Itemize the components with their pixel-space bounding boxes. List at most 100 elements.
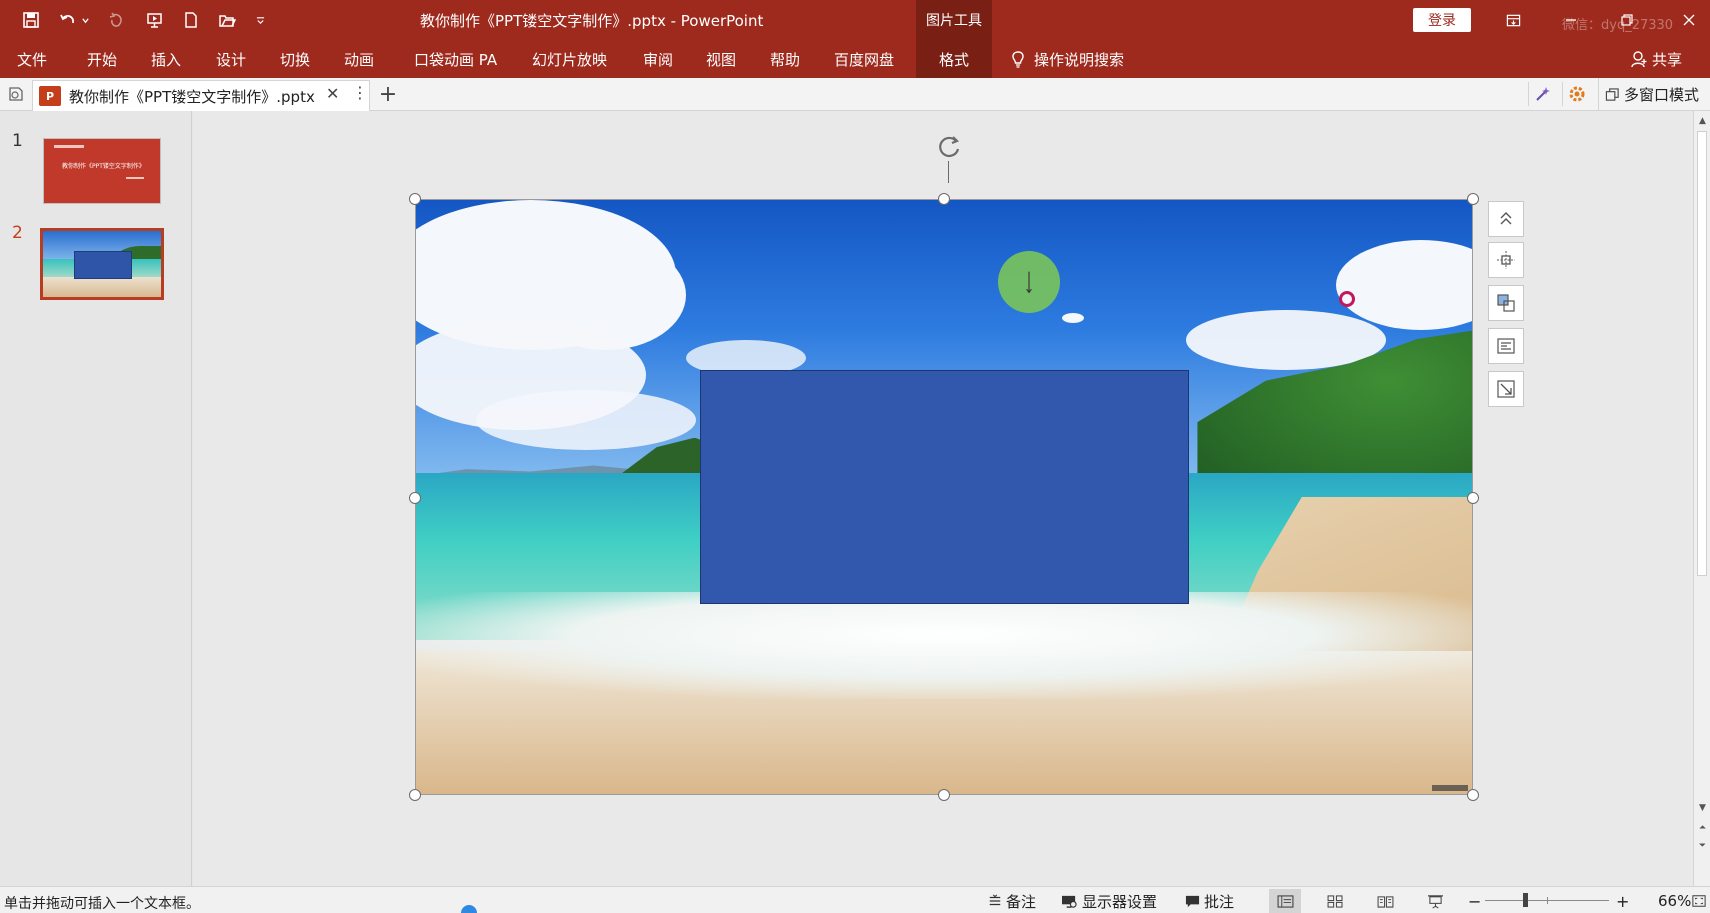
slideshow-view-icon [1427, 894, 1443, 908]
display-settings-icon [1062, 895, 1077, 908]
text-cursor-icon [1026, 271, 1032, 294]
next-slide-icon[interactable]: ⏷ [1697, 839, 1708, 853]
new-file-icon[interactable] [178, 8, 204, 32]
resize-handle-top-left[interactable] [409, 193, 421, 205]
tab-file[interactable]: 文件 [17, 40, 47, 78]
fit-to-window-icon [1692, 895, 1706, 907]
share-button[interactable]: 共享 [1630, 40, 1682, 78]
undo-dropdown-icon[interactable] [78, 8, 92, 32]
blue-rectangle-shape[interactable] [700, 370, 1189, 604]
resize-handle-bottom-left[interactable] [409, 789, 421, 801]
minimize-icon[interactable] [1556, 8, 1586, 32]
comments-button[interactable]: 批注 [1185, 890, 1234, 912]
display-settings-button[interactable]: 显示器设置 [1061, 890, 1157, 912]
wrap-text-button[interactable] [1488, 328, 1524, 364]
slide-editing-canvas[interactable] [193, 111, 1693, 886]
slide-thumbnail-1[interactable]: 教你制作《PPT镂空文字制作》 [43, 138, 161, 204]
tab-review[interactable]: 审阅 [643, 40, 673, 78]
tab-insert[interactable]: 插入 [151, 40, 181, 78]
cloud [1186, 310, 1386, 370]
zoom-in-button[interactable]: + [1616, 890, 1629, 912]
notes-button[interactable]: 备注 [988, 890, 1036, 912]
arrange-layers-button[interactable] [1488, 285, 1524, 321]
redo-icon[interactable] [104, 8, 130, 32]
save-icon[interactable] [18, 8, 44, 32]
scrollbar-thumb[interactable] [1697, 131, 1707, 576]
cloud [476, 390, 696, 450]
tab-view[interactable]: 视图 [706, 40, 736, 78]
cloud [1346, 260, 1376, 274]
close-window-icon[interactable] [1674, 8, 1704, 32]
tab-help[interactable]: 帮助 [770, 40, 800, 78]
tab-slideshow[interactable]: 幻灯片放映 [532, 40, 607, 78]
bring-forward-icon [1497, 294, 1515, 312]
gear-icon[interactable] [1562, 82, 1586, 106]
previous-slide-icon[interactable]: ⏶ [1697, 821, 1708, 835]
multi-window-mode-button[interactable]: 多窗口模式 [1598, 78, 1699, 110]
resize-handle-right[interactable] [1467, 492, 1479, 504]
tell-me-search[interactable]: 操作说明搜索 [1010, 40, 1124, 78]
resize-handle-top[interactable] [938, 193, 950, 205]
notes-icon [989, 894, 1001, 906]
customize-qat-icon[interactable] [252, 8, 268, 32]
restore-icon[interactable] [1612, 8, 1642, 32]
slide-2-picture[interactable] [415, 199, 1473, 795]
tab-pocket-animation[interactable]: 口袋动画 PA [414, 40, 497, 78]
resize-picture-button[interactable] [1488, 371, 1524, 407]
rotate-handle-line [948, 161, 949, 183]
picture-tools-context-label: 图片工具 [916, 0, 992, 40]
ribbon-display-options-icon[interactable] [1500, 8, 1526, 32]
fit-slide-button[interactable] [1690, 889, 1708, 913]
slide-number-1: 1 [12, 131, 23, 151]
tab-home[interactable]: 开始 [87, 40, 117, 78]
resize-diagonal-icon [1497, 380, 1515, 398]
tab-transitions[interactable]: 切换 [280, 40, 310, 78]
tab-design[interactable]: 设计 [216, 40, 246, 78]
zoom-out-button[interactable]: − [1468, 890, 1481, 912]
document-tab[interactable]: P 教你制作《PPT镂空文字制作》.pptx [32, 80, 370, 111]
magic-wand-icon[interactable] [1528, 82, 1552, 106]
tab-more-icon[interactable]: ⋮ [352, 83, 368, 102]
close-tab-icon[interactable]: ✕ [326, 84, 339, 103]
normal-view-button[interactable] [1269, 889, 1301, 913]
add-tab-icon[interactable]: + [376, 80, 400, 108]
slide-thumbnail-2[interactable] [40, 228, 164, 300]
resize-handle-top-right[interactable] [1467, 193, 1479, 205]
wave-foam [416, 592, 1472, 699]
tab-home-icon[interactable] [6, 85, 26, 103]
picture-watermark-mark [1432, 785, 1468, 791]
scroll-down-icon[interactable]: ▼ [1697, 801, 1708, 815]
thumbnail-blue-rectangle [74, 251, 132, 279]
ribbon-tab-bar: 文件 开始 插入 设计 切换 动画 口袋动画 PA 幻灯片放映 审阅 视图 帮助… [0, 40, 1710, 78]
rotate-handle-icon[interactable] [933, 131, 965, 163]
resize-handle-bottom-right[interactable] [1467, 789, 1479, 801]
align-center-button[interactable] [1488, 242, 1524, 278]
open-folder-icon[interactable] [214, 8, 240, 32]
tell-me-label: 操作说明搜索 [1034, 50, 1125, 69]
document-tab-label: 教你制作《PPT镂空文字制作》.pptx [69, 87, 315, 106]
window-title: 教你制作《PPT镂空文字制作》.pptx - PowerPoint [420, 12, 764, 30]
resize-handle-bottom[interactable] [938, 789, 950, 801]
thumbnail-logo-mark [54, 145, 84, 148]
share-label: 共享 [1652, 50, 1683, 69]
tab-format[interactable]: 格式 [916, 40, 992, 78]
thumbnail-subtitle-mark [126, 177, 144, 179]
tab-baidu-netdisk[interactable]: 百度网盘 [834, 40, 894, 78]
zoom-slider-thumb[interactable] [1523, 893, 1528, 907]
collapse-options-button[interactable] [1488, 201, 1524, 237]
slideshow-view-button[interactable] [1419, 889, 1451, 913]
login-button[interactable]: 登录 [1413, 8, 1471, 32]
scroll-up-icon[interactable]: ▲ [1697, 114, 1708, 128]
multi-window-label: 多窗口模式 [1624, 85, 1700, 104]
wrap-text-icon [1497, 338, 1515, 354]
zoom-level[interactable]: 66% [1658, 892, 1691, 910]
vertical-scrollbar[interactable]: ▲ ▼ ⏶ ⏷ [1693, 111, 1710, 886]
reading-view-button[interactable] [1369, 889, 1401, 913]
comments-label: 批注 [1204, 892, 1235, 911]
align-center-icon [1497, 251, 1515, 269]
resize-handle-left[interactable] [409, 492, 421, 504]
tab-animations[interactable]: 动画 [344, 40, 374, 78]
slideshow-from-start-icon[interactable] [142, 8, 168, 32]
slide-sorter-button[interactable] [1319, 889, 1351, 913]
slide-sorter-icon [1327, 894, 1343, 908]
